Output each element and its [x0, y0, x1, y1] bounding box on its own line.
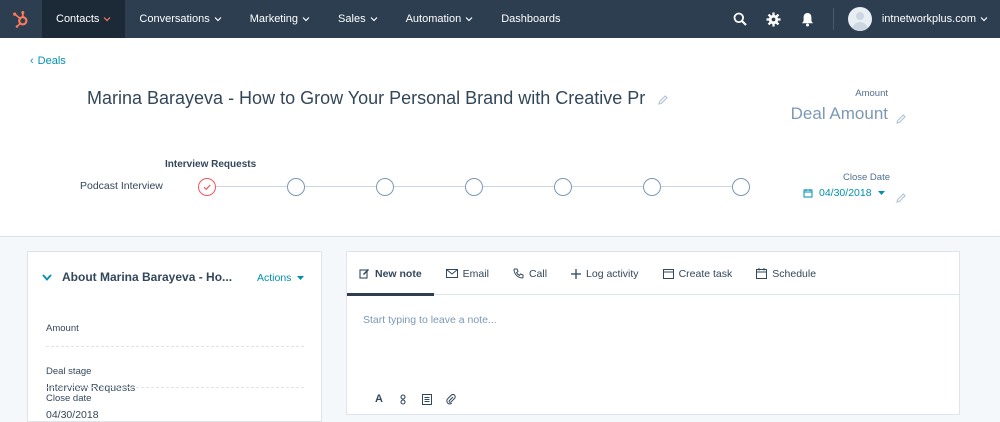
property-label: Close date	[46, 393, 92, 404]
about-title: About Marina Barayeva - Ho...	[62, 270, 233, 284]
pencil-icon[interactable]	[895, 112, 907, 124]
chevron-left-icon: ‹	[30, 55, 34, 67]
property-deal-stage[interactable]: Deal stage Interview Requests	[46, 366, 304, 394]
property-label: Amount	[46, 323, 79, 334]
tab-label: Schedule	[772, 267, 817, 280]
caret-down-icon	[877, 190, 885, 196]
about-card: About Marina Barayeva - Ho... Actions Am…	[27, 251, 322, 422]
tab-label: Log activity	[586, 267, 639, 280]
property-amount[interactable]: Amount	[46, 323, 304, 334]
nav-item-dashboards[interactable]: Dashboards	[487, 0, 574, 38]
close-date-picker[interactable]: 04/30/2018	[803, 187, 885, 199]
attachment-icon[interactable]	[439, 391, 463, 407]
tab-label: New note	[375, 267, 422, 280]
nav-item-automation[interactable]: Automation	[392, 0, 488, 38]
account-name: intnetworkplus.com	[881, 13, 976, 25]
actions-label: Actions	[257, 272, 292, 284]
property-label: Deal stage	[46, 366, 92, 377]
actions-dropdown[interactable]: Actions	[257, 272, 305, 284]
nav-item-conversations[interactable]: Conversations	[125, 0, 235, 38]
tab-label: Email	[462, 267, 489, 280]
account-menu[interactable]: intnetworkplus.com	[842, 0, 1000, 38]
bell-icon[interactable]	[791, 0, 825, 38]
deal-title[interactable]: Marina Barayeva - How to Grow Your Perso…	[87, 88, 647, 109]
tab-email[interactable]: Email	[445, 252, 489, 295]
nav-divider	[832, 8, 834, 30]
tab-log-activity[interactable]: Log activity	[571, 252, 639, 295]
calendar-icon	[756, 268, 768, 279]
chevron-down-icon	[42, 273, 52, 281]
pencil-icon[interactable]	[657, 93, 669, 105]
property-divider	[46, 346, 304, 347]
amount-value[interactable]: Deal Amount	[770, 104, 888, 124]
property-close-date[interactable]: Close date 04/30/2018	[46, 393, 304, 421]
current-stage-label: Interview Requests	[165, 159, 257, 170]
tab-call[interactable]: Call	[513, 252, 547, 295]
nav-item-label: Marketing	[249, 13, 299, 25]
nav-item-label: Automation	[405, 13, 462, 25]
email-icon	[445, 269, 458, 278]
hubspot-logo-icon[interactable]	[0, 0, 42, 38]
back-to-deals-link[interactable]: ‹ Deals	[30, 55, 66, 67]
property-value: 04/30/2018	[46, 409, 99, 421]
chevron-down-icon	[302, 15, 310, 23]
tab-schedule[interactable]: Schedule	[756, 252, 816, 295]
tab-create-task[interactable]: Create task	[662, 252, 733, 295]
pipeline-stage-6[interactable]	[643, 178, 661, 196]
caret-down-icon	[297, 275, 305, 281]
pipeline-stage-2[interactable]	[287, 178, 305, 196]
plus-icon	[571, 268, 582, 279]
checkmark-icon	[203, 184, 211, 191]
about-section-toggle[interactable]: About Marina Barayeva - Ho...	[42, 270, 232, 284]
activity-tabs: New note Email Call Log activity Create …	[347, 252, 959, 296]
activity-composer: New note Email Call Log activity Create …	[346, 251, 960, 415]
personalize-icon[interactable]	[391, 391, 415, 407]
nav-item-sales[interactable]: Sales	[324, 0, 392, 38]
pipeline-stage-5[interactable]	[554, 178, 572, 196]
nav-item-label: Contacts	[56, 13, 100, 25]
chevron-down-icon	[465, 15, 473, 23]
nav-item-label: Conversations	[139, 13, 210, 25]
edit-icon	[359, 268, 370, 279]
deal-header: ‹ Deals Marina Barayeva - How to Grow You…	[0, 38, 1000, 237]
template-icon[interactable]	[415, 391, 439, 407]
pencil-icon[interactable]	[895, 191, 907, 203]
tab-new-note[interactable]: New note	[347, 252, 434, 296]
chevron-down-icon	[214, 15, 222, 23]
top-navigation: Contacts Conversations Marketing Sales A…	[0, 0, 1000, 38]
chevron-down-icon	[370, 15, 378, 23]
close-date-value: 04/30/2018	[819, 187, 872, 199]
pipeline-name: Podcast Interview	[80, 180, 163, 192]
search-icon[interactable]	[723, 0, 757, 38]
pipeline-stage-1[interactable]	[198, 178, 216, 196]
calendar-icon	[803, 188, 813, 198]
nav-item-marketing[interactable]: Marketing	[236, 0, 324, 38]
nav-right-group: intnetworkplus.com	[723, 0, 1000, 38]
close-date-label: Close Date	[843, 172, 890, 183]
chevron-down-icon	[103, 15, 111, 23]
gear-icon[interactable]	[757, 0, 791, 38]
tab-label: Create task	[678, 267, 733, 280]
text-format-button[interactable]: A	[367, 391, 391, 407]
nav-item-label: Dashboards	[501, 13, 561, 25]
task-icon	[662, 268, 674, 279]
nav-item-label: Sales	[338, 13, 366, 25]
amount-label: Amount	[855, 88, 888, 99]
phone-icon	[513, 268, 524, 279]
pipeline-stage-3[interactable]	[376, 178, 394, 196]
avatar	[847, 7, 872, 31]
note-toolbar: A	[367, 391, 463, 407]
pipeline-stage-4[interactable]	[465, 178, 483, 196]
tab-label: Call	[528, 267, 548, 280]
property-divider	[46, 387, 304, 388]
back-link-label: Deals	[37, 55, 66, 67]
note-input[interactable]	[363, 310, 943, 330]
pipeline-stage-7[interactable]	[732, 178, 750, 196]
chevron-down-icon	[980, 15, 988, 23]
nav-item-contacts[interactable]: Contacts	[42, 0, 126, 38]
